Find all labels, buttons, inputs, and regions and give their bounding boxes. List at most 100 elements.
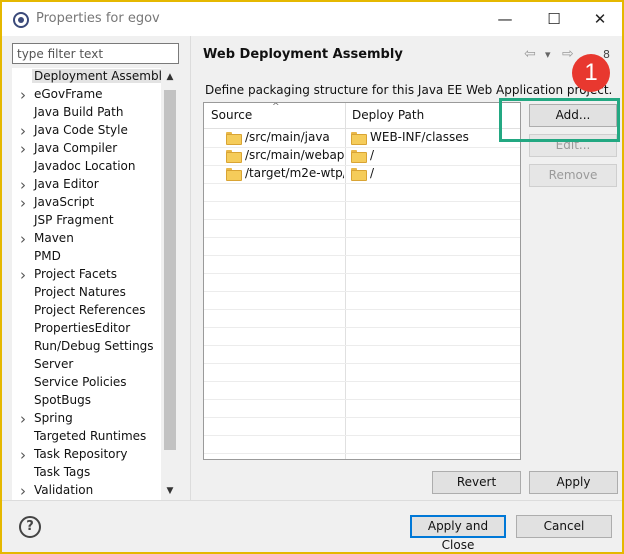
close-button[interactable]: ✕ [585,7,615,31]
grid-line [204,201,520,202]
table-row-source[interactable]: /target/m2e-wtp/web-resources [226,166,344,184]
annotation-highlight-box [499,98,620,142]
folder-icon [226,168,242,181]
table-row-deploy-path[interactable]: / [351,148,516,166]
tree-item[interactable]: PropertiesEditor [12,320,162,338]
chevron-right-icon[interactable]: › [18,412,28,427]
tree-item[interactable]: Targeted Runtimes [12,428,162,446]
tree-item-label: Java Compiler [34,141,118,155]
table-row-source[interactable]: /src/main/webapp [226,148,344,166]
chevron-right-icon[interactable]: › [18,196,28,211]
tree-item-label: Deployment Assembly [32,69,172,83]
tree-item-label: Server [34,357,74,371]
tree-item[interactable]: JSP Fragment [12,212,162,230]
grid-line [204,291,520,292]
scroll-thumb[interactable] [164,90,176,450]
tree-item[interactable]: › Java Editor [12,176,162,194]
table-row-source[interactable]: /src/main/java [226,130,344,148]
tree-item[interactable]: Javadoc Location [12,158,162,176]
folder-icon [351,168,367,181]
tree-item[interactable]: › Validation [12,482,162,500]
grid-line [204,363,520,364]
scroll-up-icon[interactable]: ▲ [161,68,179,86]
table-row-deploy-path[interactable]: / [351,166,516,184]
tree-item-label: Task Repository [34,447,128,461]
cancel-button[interactable]: Cancel [516,515,612,538]
back-arrow-icon[interactable]: ⇦ [524,46,536,62]
tree-item-label: Project Facets [34,267,117,281]
tree-item[interactable]: › eGovFrame [12,86,162,104]
grid-line [204,417,520,418]
folder-icon [226,132,242,145]
tree-item[interactable]: Project Natures [12,284,162,302]
scroll-down-icon[interactable]: ▼ [161,482,179,500]
folder-icon [226,150,242,163]
column-header-source[interactable]: Source [211,108,252,122]
tree-item[interactable]: › Maven [12,230,162,248]
column-divider[interactable] [345,103,346,459]
source-path: /src/main/webapp [245,148,344,162]
sort-arrow-icon: ^ [272,102,280,112]
tree-item[interactable]: › Task Repository [12,446,162,464]
tree-item[interactable]: › Java Code Style [12,122,162,140]
tree-item[interactable]: Service Policies [12,374,162,392]
tree-item-label: Project Natures [34,285,126,299]
chevron-right-icon[interactable]: › [18,88,28,103]
tree-item[interactable]: › Spring [12,410,162,428]
page-title: Web Deployment Assembly [203,47,403,62]
chevron-right-icon[interactable]: › [18,232,28,247]
tree-item[interactable]: Project References [12,302,162,320]
chevron-right-icon[interactable]: › [18,142,28,157]
minimize-button[interactable]: — [490,7,520,31]
source-path: /target/m2e-wtp/web-resources [245,166,344,180]
tree-item[interactable]: PMD [12,248,162,266]
table-header: Source ^ Deploy Path [204,103,520,129]
property-page-tree: Deployment Assembly › eGovFrame Java Build … [12,68,179,500]
deploy-path: WEB-INF/classes [370,130,469,144]
remove-button: Remove [529,164,617,187]
tree-item[interactable]: Java Build Path [12,104,162,122]
grid-line [204,273,520,274]
table-row-deploy-path[interactable]: WEB-INF/classes [351,130,516,148]
grid-line [204,255,520,256]
pane-divider[interactable] [190,36,191,500]
source-path: /src/main/java [245,130,330,144]
tree-item[interactable]: Server [12,356,162,374]
tree-item-label: Spring [34,411,73,425]
grid-line [204,345,520,346]
tree-item[interactable]: › Project Facets [12,266,162,284]
apply-button[interactable]: Apply [529,471,618,494]
deploy-path: / [370,148,375,162]
tree-item-label: Java Code Style [34,123,128,137]
revert-button[interactable]: Revert [432,471,521,494]
grid-line [204,381,520,382]
chevron-right-icon[interactable]: › [18,268,28,283]
apply-and-close-button[interactable]: Apply and Close [410,515,506,552]
maximize-button[interactable]: ☐ [539,7,569,31]
tree-item-label: Java Editor [34,177,99,191]
column-header-deploy-path[interactable]: Deploy Path [352,108,424,122]
chevron-right-icon[interactable]: › [18,448,28,463]
tree-item[interactable]: › JavaScript [12,194,162,212]
tree-item-label: Java Build Path [34,105,124,119]
filter-input[interactable] [12,43,179,64]
nav-menu-icon[interactable]: ▾ [545,48,551,61]
tree-item-label: Run/Debug Settings [34,339,154,353]
chevron-right-icon[interactable]: › [18,484,28,499]
chevron-right-icon[interactable]: › [18,124,28,139]
tree-item-label: Javadoc Location [34,159,136,173]
tree-item-label: JavaScript [34,195,95,209]
tree-scrollbar[interactable]: ▲ ▼ [161,68,179,500]
forward-arrow-icon[interactable]: ⇨ [562,46,574,62]
tree-item-label: Maven [34,231,74,245]
help-icon[interactable]: ? [19,516,41,538]
tree-item[interactable]: › Java Compiler [12,140,162,158]
tree-item[interactable]: Run/Debug Settings [12,338,162,356]
tree-item-label: PropertiesEditor [34,321,131,335]
tree-item[interactable]: Deployment Assembly [12,68,172,86]
tree-item[interactable]: SpotBugs [12,392,162,410]
tree-item-label: Targeted Runtimes [34,429,147,443]
tree-item[interactable]: Task Tags [12,464,162,482]
chevron-right-icon[interactable]: › [18,178,28,193]
grid-line [204,219,520,220]
